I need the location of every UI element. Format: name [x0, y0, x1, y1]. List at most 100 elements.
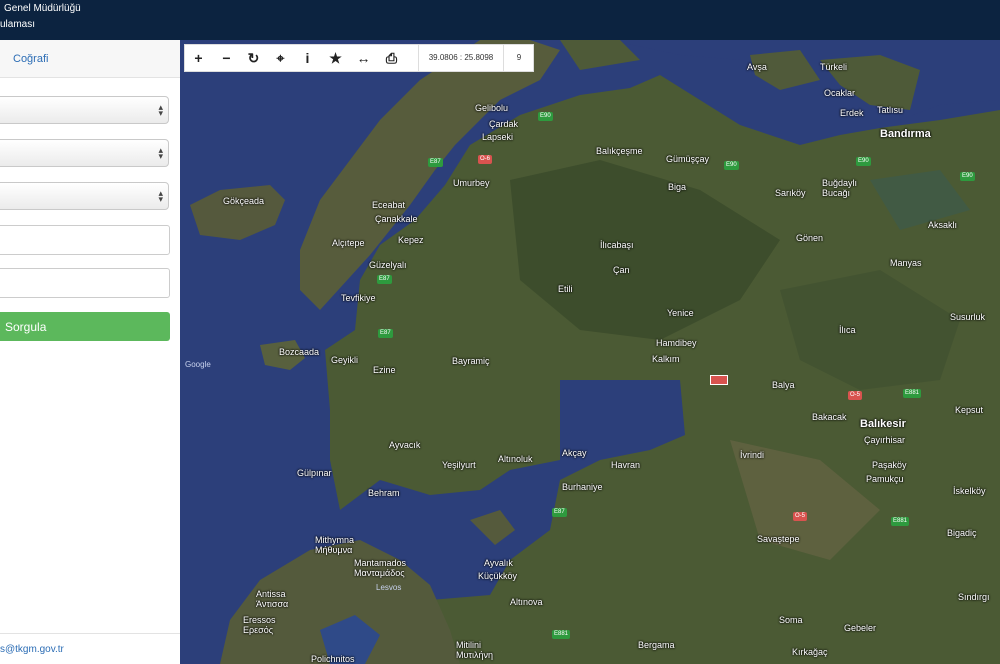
select-arrow-icon: ▴ ▾ — [158, 188, 163, 204]
locate-icon[interactable]: ⌖ — [267, 45, 294, 71]
map-label: Mithymna Μήθυμνα — [315, 535, 355, 555]
map-label: Kalkım — [652, 354, 680, 364]
map-label: Polichnitos — [311, 654, 355, 664]
map-attribution: Google — [185, 360, 211, 369]
coordinate-readout: 39.0806 : 25.8098 — [418, 45, 504, 71]
district-select[interactable]: ▴ ▾ — [0, 139, 169, 167]
measure-icon[interactable]: ↔ — [350, 45, 377, 71]
map-label: Bandırma — [880, 128, 931, 140]
select-arrow-icon: ▴ ▾ — [158, 145, 163, 161]
print-icon[interactable]: ⎙ — [378, 45, 405, 71]
road-shield: E881 — [903, 389, 922, 398]
zoom-in-button[interactable]: + — [185, 45, 212, 71]
map-label: Çan — [613, 265, 630, 275]
map-label: Antissa Άντισσα — [256, 589, 289, 609]
map-label: Kepez — [398, 235, 424, 245]
road-shield: O-6 — [478, 155, 493, 164]
map-label: Mantamados Μανταμάδος — [354, 558, 407, 578]
map-label: Eressos Ερεσός — [243, 615, 276, 635]
map-label: Ayvacık — [389, 440, 421, 450]
map-label: Burhaniye — [562, 482, 603, 492]
refresh-icon[interactable]: ↻ — [240, 45, 267, 71]
map-label: Biga — [668, 182, 687, 192]
road-shield: E90 — [856, 157, 871, 166]
footer-email-link[interactable]: s@tkgm.gov.tr — [0, 644, 64, 655]
block-input[interactable] — [0, 225, 170, 255]
map-label: Balya — [772, 380, 795, 390]
map-label: Eceabat — [372, 200, 406, 210]
map-label: İlıca — [839, 325, 856, 335]
road-shield: E90 — [538, 112, 553, 121]
map-label: Gebeler — [844, 623, 877, 633]
map-label: Bayramiç — [452, 356, 490, 366]
map-label: Güzelyalı — [369, 260, 407, 270]
map-label: Gülpınar — [297, 468, 332, 478]
map-toolbar: + − ↻ ⌖ i ★ ↔ ⎙ 39.0806 : 25.8098 9 — [184, 44, 534, 72]
map-label: Çayırhisar — [864, 435, 906, 445]
map-label: Akçay — [562, 448, 587, 458]
road-shield: O-5 — [848, 391, 863, 400]
map-label: Manyas — [890, 258, 922, 268]
map-label: Hamdibey — [656, 338, 697, 348]
map-label: Çanakkale — [375, 214, 418, 224]
province-select[interactable]: ▴ ▾ — [0, 96, 169, 124]
map-label: Alçıtepe — [332, 238, 365, 248]
footer: s@tkgm.gov.tr — [0, 633, 180, 664]
map-label: Aksaklı — [928, 220, 958, 230]
header-title-line2: ulaması — [0, 19, 36, 30]
map-label: Ocaklar — [824, 88, 856, 98]
app-header: Genel Müdürlüğü ulaması — [0, 0, 1000, 40]
map-label: Bigadiç — [947, 528, 977, 538]
map-label: Türkeli — [820, 62, 848, 72]
map-label: Lesvos — [376, 583, 402, 592]
road-shield: E881 — [552, 630, 571, 639]
zoom-level-readout: 9 — [516, 53, 522, 62]
map-label: Erdek — [840, 108, 864, 118]
map-label: Behram — [368, 488, 400, 498]
zoom-out-button[interactable]: − — [213, 45, 240, 71]
map-label: Yeşilyurt — [442, 460, 476, 470]
road-shield: E90 — [960, 172, 975, 181]
map-label: Ayvalık — [484, 558, 513, 568]
map-label: İlıcabaşı — [600, 240, 634, 250]
map-label: Kırkağaç — [792, 647, 828, 657]
road-shield: E881 — [891, 517, 910, 526]
map-label: Ezine — [373, 365, 396, 375]
road-shield: E87 — [378, 329, 393, 338]
map-label: Pamukçu — [866, 474, 904, 484]
map-label: Susurluk — [950, 312, 986, 322]
map-label: Yenice — [667, 308, 694, 318]
map-label: Sarıköy — [775, 188, 806, 198]
map-label: Balıkçeşme — [596, 146, 643, 156]
header-title-line1: Genel Müdürlüğü — [4, 3, 81, 14]
tab-cografi[interactable]: Coğrafi — [0, 40, 180, 78]
map-label: Gümüşçay — [666, 154, 710, 164]
map-label: Gelibolu — [475, 103, 509, 113]
info-icon[interactable]: i — [294, 45, 321, 71]
map-label: Küçükköy — [478, 571, 518, 581]
star-icon[interactable]: ★ — [322, 45, 349, 71]
map-label: Bozcaada — [279, 347, 320, 357]
satellite-map[interactable]: Google Avşa Türkeli Ocaklar Erdek Tatlıs… — [180, 40, 1000, 664]
map-label: Gökçeada — [223, 196, 265, 206]
map-label: Bakacak — [812, 412, 847, 422]
road-shield: E90 — [724, 161, 739, 170]
map-label: Bergama — [638, 640, 675, 650]
map-label: Lapseki — [482, 132, 514, 142]
road-shield: E87 — [428, 158, 443, 167]
sorgula-button-label: Sorgula — [5, 320, 47, 334]
road-shield: E87 — [377, 275, 392, 284]
map-label: Savaştepe — [757, 534, 800, 544]
map-label: Tatlısu — [877, 105, 904, 115]
map-label: Sındırgı — [958, 592, 990, 602]
map-label: Balıkesir — [860, 418, 906, 430]
parcel-input[interactable] — [0, 268, 170, 298]
parcel-marker-icon[interactable] — [710, 375, 728, 385]
sorgula-button[interactable]: Sorgula — [0, 312, 170, 341]
map-label: Etili — [558, 284, 573, 294]
tab-cografi-label[interactable]: Coğrafi — [13, 53, 48, 65]
neighborhood-select[interactable]: ▴ ▾ — [0, 182, 169, 210]
road-shield: E87 — [552, 508, 567, 517]
map-label: Kepsut — [955, 405, 984, 415]
map-label: Paşaköy — [872, 460, 907, 470]
